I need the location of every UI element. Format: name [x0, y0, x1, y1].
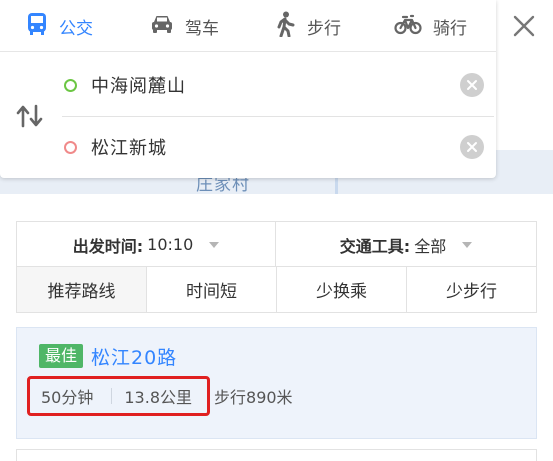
option-fewest-transfers[interactable]: 少换乘	[277, 267, 407, 312]
origin-dot-icon	[64, 78, 77, 92]
filter-dropdown-row: 出发时间: 10:10 交通工具: 全部	[17, 222, 536, 267]
vehicle-dropdown[interactable]: 交通工具: 全部	[276, 222, 536, 267]
caret-down-icon	[209, 241, 220, 248]
walk-icon	[274, 11, 307, 42]
route-panel: 公交 驾车 步行 骑行 中海阅麓山 松江新城	[0, 0, 496, 178]
destination-field[interactable]: 松江新城	[62, 122, 494, 172]
tab-bike[interactable]: 骑行	[394, 0, 467, 52]
vehicle-value: 全部	[414, 236, 447, 256]
next-route-card[interactable]	[16, 449, 537, 461]
tab-label: 驾车	[185, 18, 219, 39]
route-walk-distance: 步行890米	[214, 388, 293, 407]
car-icon	[150, 13, 185, 40]
origin-value: 中海阅麓山	[91, 76, 186, 97]
option-recommended[interactable]: 推荐路线	[17, 267, 147, 312]
tab-label: 公交	[59, 18, 93, 39]
route-preference-tabs: 推荐路线 时间短 少换乘 少步行	[17, 267, 536, 312]
depart-time-label: 出发时间:	[72, 236, 144, 256]
tab-bus[interactable]: 公交	[26, 0, 93, 52]
transport-tabs: 公交 驾车 步行 骑行	[0, 0, 496, 52]
destination-value: 松江新城	[91, 138, 167, 159]
route-name: 松江20路	[91, 347, 178, 369]
vehicle-label: 交通工具:	[339, 236, 411, 256]
option-least-walking[interactable]: 少步行	[407, 267, 536, 312]
bus-icon	[26, 12, 59, 41]
depart-time-dropdown[interactable]: 出发时间: 10:10	[17, 222, 276, 267]
tab-label: 骑行	[433, 18, 467, 39]
close-icon	[467, 80, 477, 90]
clear-destination-button[interactable]	[460, 135, 484, 159]
route-filter: 出发时间: 10:10 交通工具: 全部 推荐路线 时间短 少换乘 少步行	[16, 221, 537, 313]
caret-down-icon	[462, 241, 473, 248]
tab-walk[interactable]: 步行	[274, 0, 341, 52]
clear-origin-button[interactable]	[460, 73, 484, 97]
highlight-box	[27, 376, 210, 416]
close-icon	[513, 15, 535, 37]
field-divider	[62, 116, 494, 117]
origin-field[interactable]: 中海阅麓山	[62, 60, 494, 110]
swap-arrows-icon	[16, 104, 43, 128]
depart-time-value: 10:10	[147, 235, 194, 254]
destination-dot-icon	[64, 140, 77, 154]
swap-route-button[interactable]	[16, 104, 44, 128]
best-badge: 最佳	[39, 344, 84, 368]
option-shortest-time[interactable]: 时间短	[147, 267, 277, 312]
close-icon	[467, 142, 477, 152]
tab-car[interactable]: 驾车	[150, 0, 219, 52]
bike-icon	[394, 13, 433, 40]
tab-label: 步行	[307, 18, 341, 39]
route-result-card[interactable]: 最佳 松江20路 50分钟 13.8公里 步行890米	[16, 327, 537, 439]
close-panel-button[interactable]	[508, 10, 540, 42]
